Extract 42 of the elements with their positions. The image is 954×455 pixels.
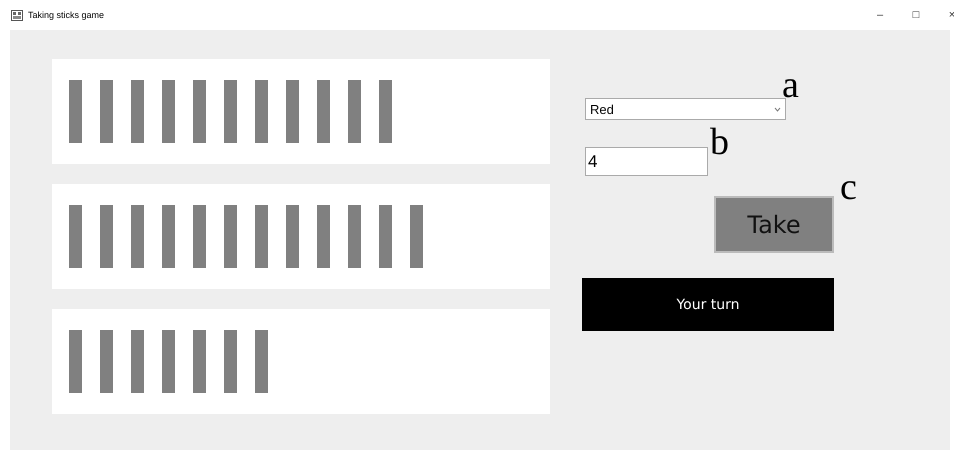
stick[interactable] [193, 205, 206, 268]
stick[interactable] [131, 80, 144, 143]
stick[interactable] [162, 205, 175, 268]
stick[interactable] [193, 330, 206, 393]
stick[interactable] [224, 205, 237, 268]
window-control[interactable]: □ [908, 9, 924, 21]
stick[interactable] [379, 205, 392, 268]
chevron-down-icon [774, 106, 781, 112]
stick[interactable] [317, 205, 330, 268]
stick[interactable] [255, 205, 268, 268]
window-control[interactable]: – [872, 9, 888, 21]
stick[interactable] [100, 205, 113, 268]
stick[interactable] [100, 330, 113, 393]
annotation-label: c [840, 168, 857, 206]
stick[interactable] [131, 330, 144, 393]
stick[interactable] [131, 205, 144, 268]
app-icon [11, 10, 23, 20]
stick[interactable] [69, 205, 82, 268]
stick[interactable] [100, 80, 113, 143]
stick[interactable] [162, 80, 175, 143]
stick[interactable] [193, 80, 206, 143]
stick[interactable] [224, 330, 237, 393]
dropdown-value: Red [590, 102, 614, 116]
count-field[interactable]: 4 [585, 147, 708, 176]
stick[interactable] [286, 80, 299, 143]
color-dropdown[interactable]: Red [585, 98, 786, 120]
annotation-label: b [710, 123, 729, 161]
stick[interactable] [255, 80, 268, 143]
window-title: Taking sticks game [28, 10, 104, 20]
status-panel: Your turn [582, 278, 834, 331]
stick[interactable] [317, 80, 330, 143]
stick[interactable] [69, 80, 82, 143]
stick[interactable] [379, 80, 392, 143]
stick[interactable] [348, 80, 361, 143]
stick[interactable] [224, 80, 237, 143]
stick[interactable] [69, 330, 82, 393]
stick[interactable] [348, 205, 361, 268]
stick[interactable] [162, 330, 175, 393]
stick[interactable] [255, 330, 268, 393]
take-button[interactable]: Take [714, 196, 834, 253]
stick[interactable] [286, 205, 299, 268]
stick[interactable] [410, 205, 423, 268]
